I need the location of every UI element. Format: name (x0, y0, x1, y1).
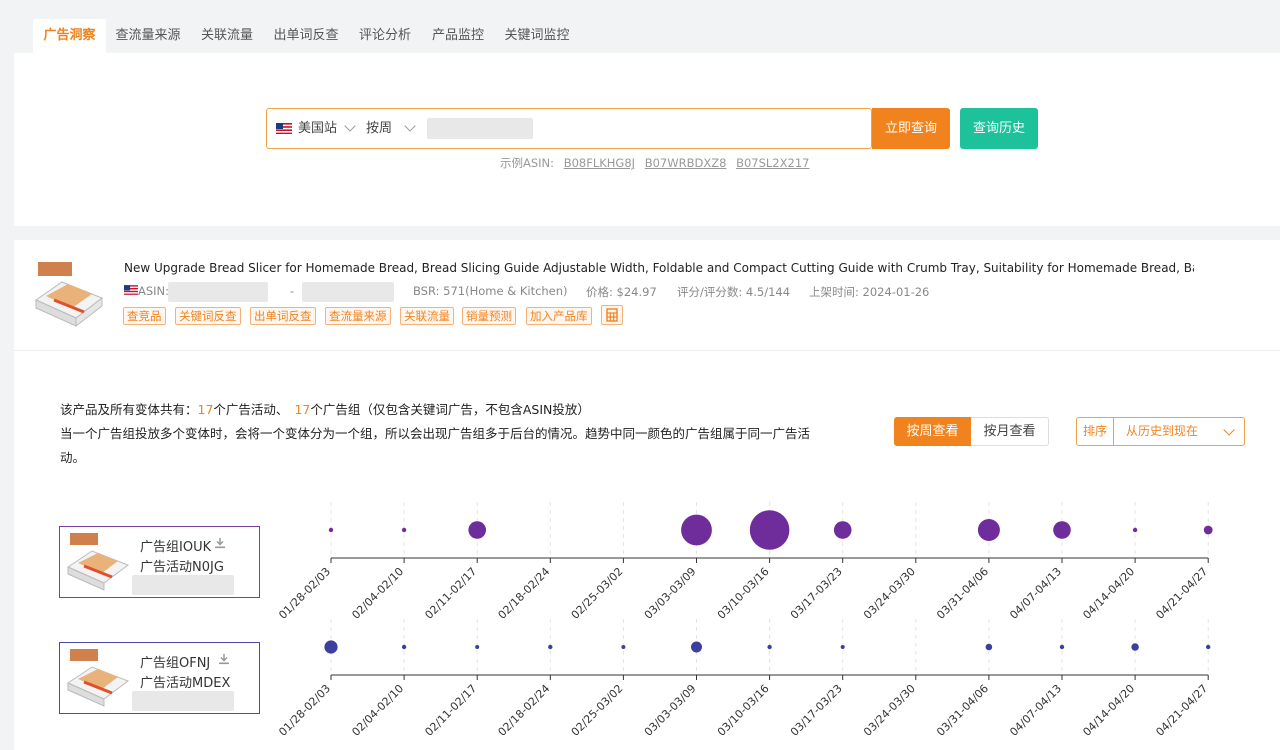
x-tick-label: 04/07-04/13 (1007, 682, 1064, 739)
example-asin-link[interactable]: B07SL2X217 (736, 156, 809, 170)
x-tick-label: 01/28-02/03 (276, 682, 333, 739)
bubble-point[interactable] (324, 640, 338, 654)
x-tick-label: 04/21-04/27 (1153, 682, 1210, 739)
bubble-point[interactable] (468, 521, 487, 539)
example-asin-link[interactable]: B08FLKHG8J (564, 156, 635, 170)
tab-related-traffic[interactable]: 关联流量 (194, 19, 260, 53)
bubble-point[interactable] (1132, 527, 1138, 533)
main-panel: New Upgrade Bread Slicer for Homemade Br… (14, 240, 1280, 750)
tab-product-monitor[interactable]: 产品监控 (425, 19, 491, 53)
x-tick-label: 02/04-02/10 (349, 565, 406, 622)
bubble-point[interactable] (401, 644, 407, 650)
search-panel: 美国站 按周 立即查询 查询历史 示例ASIN: B08FLKHG8J B07W… (14, 53, 1280, 226)
bubble-point[interactable] (767, 644, 772, 650)
tab-traffic-source[interactable]: 查流量来源 (110, 19, 186, 53)
x-tick-label: 04/14-04/20 (1080, 682, 1137, 739)
x-tick-label: 03/10-03/16 (715, 565, 772, 622)
x-tick-label: 03/17-03/23 (788, 565, 845, 622)
bubble-point[interactable] (548, 644, 553, 650)
ad-trend-chart: 01/28-02/03 02/04-02/10 02/11-02/17 02/18-0… (276, 502, 1213, 739)
x-tick-label: 03/31-04/06 (934, 682, 991, 739)
x-tick-label: 02/18-02/24 (496, 565, 553, 622)
bubble-point[interactable] (1203, 525, 1213, 535)
x-tick-label: 03/24-03/30 (861, 682, 918, 739)
bubble-point[interactable] (681, 514, 712, 546)
x-tick-label: 03/10-03/16 (715, 682, 772, 739)
us-flag-icon (276, 123, 292, 134)
bubble-point[interactable] (621, 645, 626, 649)
tab-order-keywords[interactable]: 出单词反查 (268, 19, 344, 53)
bubble-point[interactable] (328, 527, 334, 533)
x-tick-label: 02/11-02/17 (422, 682, 479, 739)
bubble-point[interactable] (985, 643, 993, 651)
bubble-point[interactable] (833, 521, 852, 539)
search-box: 美国站 按周 (266, 108, 872, 149)
bubble-point[interactable] (1131, 643, 1139, 651)
bubble-point[interactable] (840, 645, 845, 649)
search-input[interactable] (427, 118, 533, 139)
bubble-point[interactable] (1053, 521, 1071, 539)
x-tick-label: 04/21-04/27 (1153, 565, 1210, 622)
marketplace-select[interactable]: 美国站 (298, 109, 337, 148)
x-tick-label: 02/25-03/02 (569, 565, 626, 622)
tab-keyword-monitor[interactable]: 关键词监控 (498, 19, 576, 53)
x-tick-label: 02/11-02/17 (422, 565, 479, 622)
x-tick-label: 04/14-04/20 (1080, 565, 1137, 622)
x-tick-label: 01/28-02/03 (276, 565, 333, 622)
chevron-down-icon[interactable] (344, 120, 356, 132)
x-tick-label: 03/17-03/23 (788, 682, 845, 739)
tab-review-analysis[interactable]: 评论分析 (352, 19, 418, 53)
x-tick-label: 02/18-02/24 (496, 682, 553, 739)
x-tick-label: 03/03-03/09 (642, 682, 699, 739)
x-tick-label: 03/24-03/30 (861, 565, 918, 622)
example-asin-link[interactable]: B07WRBDXZ8 (645, 156, 727, 170)
bubble-point[interactable] (749, 510, 790, 550)
x-tick-label: 03/03-03/09 (642, 565, 699, 622)
period-select[interactable]: 按周 (366, 109, 392, 148)
bubble-point[interactable] (977, 519, 1000, 541)
bubble-point[interactable] (475, 645, 480, 649)
tab-ad-insight[interactable]: 广告洞察 (33, 19, 106, 53)
bubble-point[interactable] (401, 527, 407, 533)
tab-bar: 广告洞察 查流量来源 关联流量 出单词反查 评论分析 产品监控 关键词监控 (0, 0, 1280, 53)
query-button[interactable]: 立即查询 (872, 108, 950, 149)
x-tick-label: 03/31-04/06 (934, 565, 991, 622)
bubble-point[interactable] (1206, 644, 1211, 650)
bubble-point[interactable] (1059, 644, 1065, 650)
example-asins: 示例ASIN: B08FLKHG8J B07WRBDXZ8 B07SL2X217 (500, 156, 810, 170)
x-tick-label: 02/04-02/10 (349, 682, 406, 739)
bubble-point[interactable] (691, 641, 702, 653)
x-tick-label: 02/25-03/02 (569, 682, 626, 739)
x-tick-label: 04/07-04/13 (1007, 565, 1064, 622)
history-button[interactable]: 查询历史 (960, 108, 1038, 149)
chevron-down-icon[interactable] (404, 120, 416, 132)
